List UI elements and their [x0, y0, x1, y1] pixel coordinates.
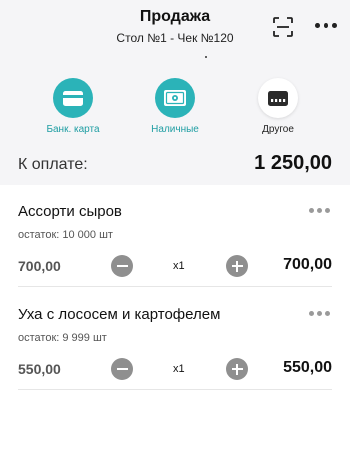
minus-icon [116, 265, 128, 267]
scan-button[interactable] [272, 16, 294, 38]
item-qty: x1 [173, 363, 185, 375]
total-value: 1 250,00 [254, 152, 332, 174]
pay-card-label: Банк. карта [46, 124, 100, 135]
pay-card-button[interactable]: Банк. карта [23, 78, 123, 135]
plus-icon [236, 363, 238, 375]
list-item[interactable]: Ассорти сыров остаток: 10 000 шт 700,00 … [18, 185, 332, 287]
more-dots-icon [309, 208, 314, 213]
scan-icon [273, 17, 293, 37]
more-dots-icon [325, 208, 330, 213]
item-more-button[interactable] [309, 311, 330, 316]
item-stock: остаток: 9 999 шт [18, 332, 107, 344]
item-name: Уха с лососем и картофелем [18, 306, 221, 323]
total-row: К оплате: 1 250,00 [0, 152, 350, 178]
total-label: К оплате: [18, 156, 88, 173]
pay-other-button[interactable]: Другое [228, 78, 328, 135]
list-item[interactable]: Уха с лососем и картофелем остаток: 9 99… [18, 288, 332, 390]
page-title: Продажа [139, 8, 211, 25]
item-price: 700,00 [18, 258, 61, 274]
pay-card-circle [53, 78, 93, 118]
pay-other-label: Другое [262, 124, 294, 135]
item-sum: 700,00 [283, 256, 332, 273]
item-name: Ассорти сыров [18, 203, 122, 220]
more-dots-icon [315, 22, 320, 28]
pay-cash-button[interactable]: Наличные [125, 78, 225, 135]
page-subtitle: Стол №1 - Чек №120 [116, 31, 234, 45]
increase-qty-button[interactable] [226, 358, 248, 380]
cash-icon [164, 90, 186, 106]
pay-other-circle [258, 78, 298, 118]
more-dots-icon [332, 22, 338, 28]
plus-icon [236, 260, 238, 272]
more-dots-icon [317, 208, 322, 213]
more-dots-icon [317, 311, 322, 316]
item-more-button[interactable] [309, 208, 330, 213]
item-qty: x1 [173, 260, 185, 272]
dot-mark [205, 56, 207, 58]
header: Продажа Стол №1 - Чек №120 [0, 0, 350, 60]
more-menu-button[interactable] [315, 20, 338, 30]
item-stock: остаток: 10 000 шт [18, 229, 113, 241]
item-price: 550,00 [18, 361, 61, 377]
top-panel: Продажа Стол №1 - Чек №120 Банк. карта Н… [0, 0, 350, 185]
wallet-icon [268, 90, 288, 106]
payment-methods: Банк. карта Наличные Другое [0, 78, 350, 148]
increase-qty-button[interactable] [226, 255, 248, 277]
more-dots-icon [323, 22, 329, 28]
pay-cash-label: Наличные [151, 124, 199, 135]
decrease-qty-button[interactable] [111, 255, 133, 277]
more-dots-icon [309, 311, 314, 316]
more-dots-icon [325, 311, 330, 316]
decrease-qty-button[interactable] [111, 358, 133, 380]
item-sum: 550,00 [283, 359, 332, 376]
card-icon [63, 90, 83, 106]
minus-icon [116, 368, 128, 370]
pay-cash-circle [155, 78, 195, 118]
